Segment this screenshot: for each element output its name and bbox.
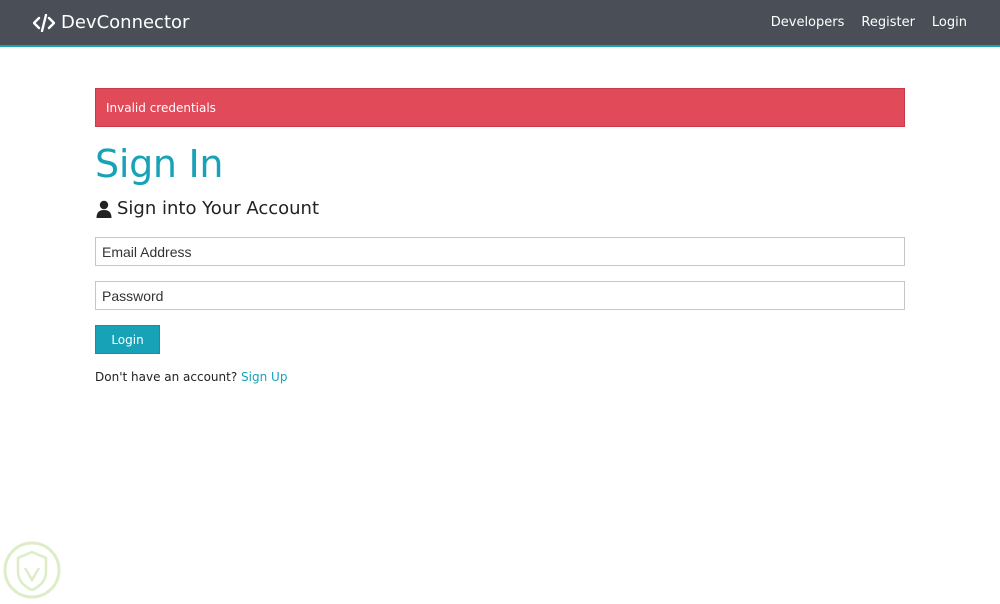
main-container: Invalid credentials Sign In Sign into Yo… <box>95 88 905 384</box>
lead-text: Sign into Your Account <box>95 198 905 219</box>
user-icon <box>95 200 113 218</box>
nav-link-login[interactable]: Login <box>932 15 967 30</box>
lead-label: Sign into Your Account <box>117 198 320 219</box>
alert-message: Invalid credentials <box>106 100 216 115</box>
error-alert: Invalid credentials <box>95 88 905 127</box>
navbar: DevConnector Developers Register Login <box>0 0 1000 47</box>
password-field[interactable] <box>95 281 905 310</box>
nav-links: Developers Register Login <box>754 15 967 30</box>
email-group <box>95 237 905 266</box>
login-form: Login <box>95 237 905 354</box>
signup-link[interactable]: Sign Up <box>241 370 287 384</box>
login-button[interactable]: Login <box>95 325 160 354</box>
brand-name: DevConnector <box>61 12 190 33</box>
nav-link-register[interactable]: Register <box>861 15 915 30</box>
signup-prompt-text: Don't have an account? <box>95 370 238 384</box>
signup-prompt: Don't have an account? Sign Up <box>95 370 905 384</box>
password-group <box>95 281 905 310</box>
brand-link[interactable]: DevConnector <box>33 12 189 33</box>
code-icon <box>33 13 55 32</box>
nav-link-developers[interactable]: Developers <box>771 15 845 30</box>
shield-logo-icon <box>2 540 62 600</box>
page-title: Sign In <box>95 142 224 186</box>
email-field[interactable] <box>95 237 905 266</box>
